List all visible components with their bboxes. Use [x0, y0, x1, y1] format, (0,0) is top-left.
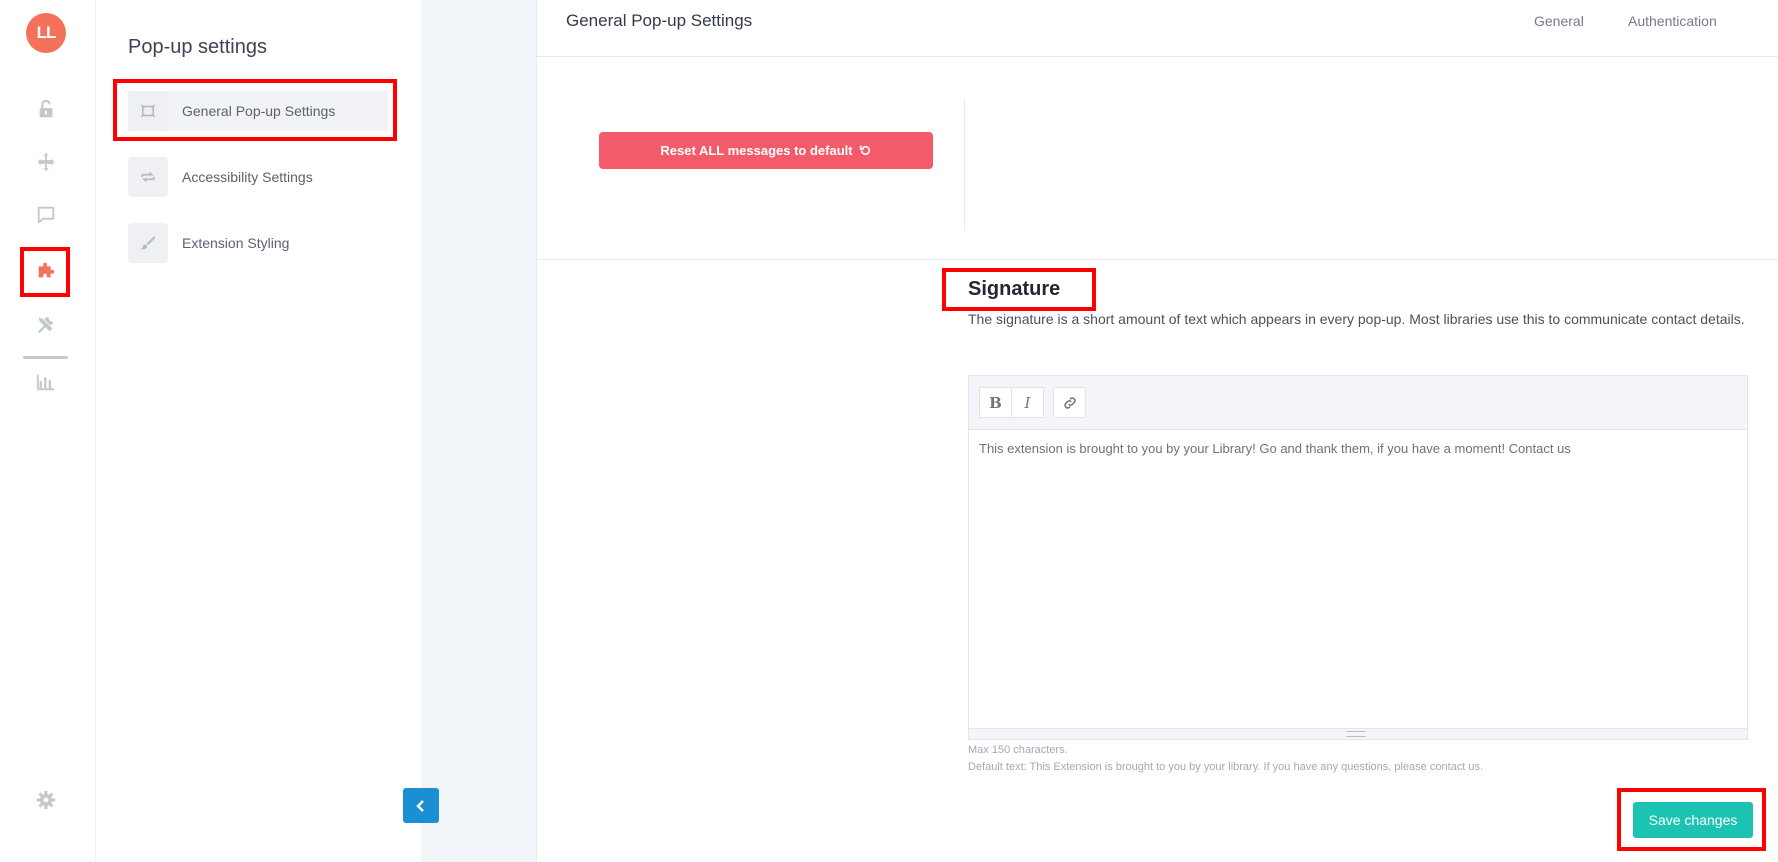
page-title: General Pop-up Settings — [566, 11, 753, 30]
tab-general[interactable]: General — [1534, 13, 1584, 29]
frame-icon — [128, 91, 168, 131]
max-characters-hint: Max 150 characters. — [968, 744, 1068, 756]
unlock-icon[interactable] — [30, 93, 62, 125]
content-gutter — [421, 0, 536, 862]
tools-icon[interactable] — [30, 309, 62, 341]
signature-heading: Signature — [968, 278, 1061, 300]
reset-section: Reset ALL messages to default — [537, 57, 1778, 260]
chat-bubble-icon[interactable] — [30, 199, 62, 231]
swap-arrows-icon — [128, 157, 168, 197]
chevron-left-icon — [416, 799, 424, 812]
sidebar-item-general-popup-settings[interactable]: General Pop-up Settings — [128, 91, 388, 131]
sidebar-title: Pop-up settings — [128, 36, 267, 58]
move-arrows-icon[interactable] — [30, 146, 62, 178]
gear-icon[interactable] — [30, 784, 62, 816]
brush-icon — [128, 223, 168, 263]
save-changes-button[interactable]: Save changes — [1633, 802, 1753, 838]
sidebar-item-extension-styling[interactable]: Extension Styling — [128, 223, 388, 263]
italic-button[interactable]: I — [1011, 387, 1044, 418]
reset-button-label: Reset ALL messages to default — [660, 143, 853, 158]
default-text-hint: Default text: This Extension is brought … — [968, 761, 1484, 773]
tab-authentication[interactable]: Authentication — [1628, 13, 1717, 29]
signature-description: The signature is a short amount of text … — [968, 311, 1745, 327]
page-header: General Pop-up Settings General Authenti… — [537, 0, 1778, 57]
sidebar-item-label: Extension Styling — [182, 235, 290, 251]
icon-rail: LL — [0, 0, 96, 862]
reset-messages-button[interactable]: Reset ALL messages to default — [599, 132, 933, 169]
collapse-sidebar-button[interactable] — [403, 788, 439, 823]
puzzle-icon[interactable] — [30, 254, 62, 286]
sidebar-item-accessibility-settings[interactable]: Accessibility Settings — [128, 157, 388, 197]
sidebar-item-label: General Pop-up Settings — [182, 103, 336, 119]
rail-divider — [23, 356, 68, 359]
editor-resize-handle[interactable] — [969, 728, 1747, 739]
main-content: General Pop-up Settings General Authenti… — [536, 0, 1778, 862]
editor-toolbar: B I — [969, 376, 1747, 430]
reset-icon — [859, 145, 870, 156]
sidebar-item-label: Accessibility Settings — [182, 169, 313, 185]
link-button[interactable] — [1053, 387, 1086, 418]
signature-text[interactable]: This extension is brought to you by your… — [979, 441, 1571, 456]
signature-editor[interactable]: B I This extension is brought to you by … — [968, 375, 1748, 740]
link-icon — [1063, 396, 1076, 409]
bar-chart-icon[interactable] — [30, 366, 62, 398]
bold-button[interactable]: B — [979, 387, 1012, 418]
section-divider — [964, 99, 965, 231]
app-logo[interactable]: LL — [26, 13, 66, 53]
